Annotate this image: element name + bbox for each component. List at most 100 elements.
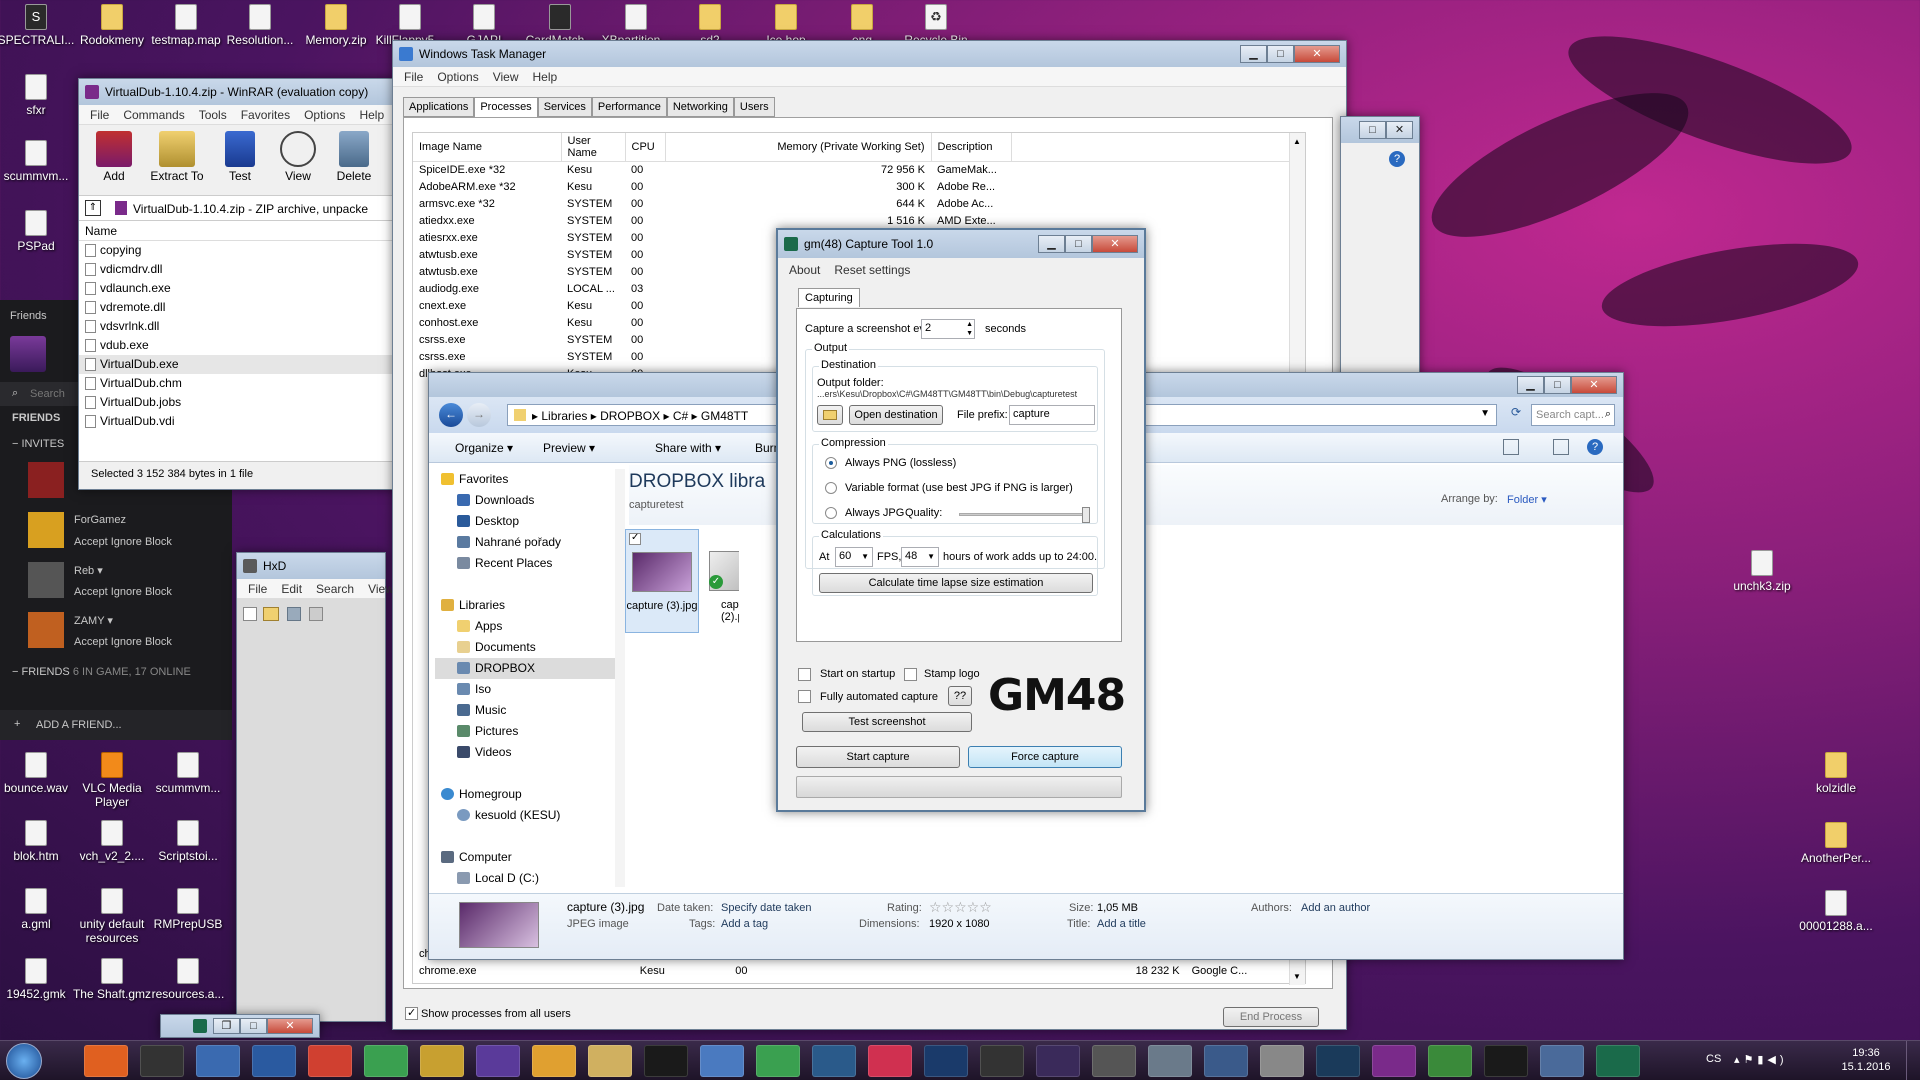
close-button[interactable]: ✕ bbox=[1294, 45, 1340, 63]
spinner-icon[interactable]: ▲ ▼ bbox=[966, 320, 973, 338]
start-capture-button[interactable]: Start capture bbox=[796, 746, 960, 768]
close-button[interactable]: ✕ bbox=[1092, 235, 1138, 253]
nav-music[interactable]: Music bbox=[435, 700, 619, 721]
view-button[interactable]: View bbox=[273, 131, 323, 183]
list-item[interactable]: copying bbox=[79, 241, 399, 260]
table-row[interactable]: atiedxx.exe SYSTEM 00 1 516 K AMD Exte... bbox=[413, 213, 1305, 230]
browse-folder-button[interactable] bbox=[817, 405, 843, 425]
list-item[interactable]: VirtualDub.exe bbox=[79, 355, 399, 374]
desktop-icon[interactable]: S SPECTRALI... bbox=[0, 4, 76, 47]
tab-users[interactable]: Users bbox=[733, 97, 775, 117]
minimize-button[interactable]: ▁ bbox=[1240, 45, 1267, 63]
quality-slider[interactable] bbox=[959, 507, 1090, 523]
hxd-icon[interactable] bbox=[420, 1045, 464, 1077]
force-capture-button[interactable]: Force capture bbox=[968, 746, 1122, 768]
column-memory[interactable]: Memory (Private Working Set) bbox=[665, 133, 932, 162]
photoshop-icon[interactable] bbox=[924, 1045, 968, 1077]
list-item[interactable]: vdsvrlnk.dll bbox=[79, 317, 399, 336]
desktop-icon[interactable]: Scriptstoi... bbox=[148, 820, 228, 863]
menu-options[interactable]: Options bbox=[297, 108, 352, 122]
scroll-down-icon[interactable]: ▼ bbox=[1293, 972, 1301, 981]
list-item[interactable]: vdicmdrv.dll bbox=[79, 260, 399, 279]
tab-capturing[interactable]: Capturing bbox=[798, 288, 860, 307]
back-arrow-icon[interactable]: ← bbox=[439, 403, 463, 427]
list-item[interactable]: vdremote.dll bbox=[79, 298, 399, 317]
desktop-icon[interactable]: The Shaft.gmz bbox=[72, 958, 152, 1001]
accept-button[interactable]: Accept bbox=[74, 636, 108, 648]
file-prefix-input[interactable]: capture bbox=[1009, 405, 1095, 425]
desktop-icon[interactable]: Rodokmeny bbox=[72, 4, 152, 47]
menu-file[interactable]: File bbox=[397, 70, 430, 84]
list-item[interactable]: VirtualDub.chm bbox=[79, 374, 399, 393]
maximize-button[interactable]: □ bbox=[240, 1018, 267, 1034]
ignore-button[interactable]: Ignore bbox=[111, 586, 142, 598]
tab-applications[interactable]: Applications bbox=[403, 97, 475, 117]
table-row[interactable]: SpiceIDE.exe *32 Kesu 00 72 956 K GameMak... bbox=[413, 162, 1305, 179]
nav-favorites[interactable]: Favorites bbox=[435, 469, 619, 490]
maximize-button[interactable]: □ bbox=[1267, 45, 1294, 63]
authors-value[interactable]: Add an author bbox=[1301, 902, 1370, 914]
view-options-icon[interactable] bbox=[1503, 439, 1519, 455]
menu-file[interactable]: File bbox=[241, 582, 274, 596]
list-item[interactable]: VirtualDub.jobs bbox=[79, 393, 399, 412]
desktop-icon[interactable]: AnotherPer... bbox=[1796, 822, 1876, 865]
app-icon[interactable] bbox=[1540, 1045, 1584, 1077]
show-desktop-button[interactable] bbox=[1906, 1041, 1920, 1080]
search-box[interactable]: Search capt... ⌕ bbox=[1531, 404, 1615, 426]
desktop-icon[interactable]: scummvm... bbox=[148, 752, 228, 795]
nav-apps[interactable]: Apps bbox=[435, 616, 619, 637]
nav-iso[interactable]: Iso bbox=[435, 679, 619, 700]
nav-recent-places[interactable]: Recent Places bbox=[435, 553, 619, 574]
nav-scrollbar[interactable] bbox=[615, 469, 625, 887]
desktop-icon[interactable]: Resolution... bbox=[220, 4, 300, 47]
nav-desktop[interactable]: Desktop bbox=[435, 511, 619, 532]
ignore-button[interactable]: Ignore bbox=[111, 636, 142, 648]
visual-studio-icon[interactable] bbox=[476, 1045, 520, 1077]
clock[interactable]: 19:36 15.1.2016 bbox=[1836, 1046, 1896, 1074]
menu-view[interactable]: View bbox=[486, 70, 526, 84]
help-button[interactable]: ?? bbox=[948, 686, 972, 706]
winrar-icon[interactable] bbox=[1372, 1045, 1416, 1077]
desktop-icon[interactable]: kolzidle bbox=[1796, 752, 1876, 795]
desktop-icon[interactable]: PSPad bbox=[0, 210, 76, 253]
tab-services[interactable]: Services bbox=[537, 97, 592, 117]
desktop-icon[interactable]: RMPrepUSB bbox=[148, 888, 228, 931]
start-button[interactable] bbox=[6, 1043, 42, 1079]
app-icon[interactable] bbox=[1260, 1045, 1304, 1077]
fps-select[interactable]: 60 ▼ bbox=[835, 547, 873, 567]
hours-select[interactable]: 48 ▼ bbox=[901, 547, 939, 567]
desktop-icon[interactable]: sfxr bbox=[0, 74, 76, 117]
show-all-processes-checkbox[interactable]: ✓ bbox=[405, 1007, 418, 1020]
git-icon[interactable] bbox=[308, 1045, 352, 1077]
block-button[interactable]: Block bbox=[145, 586, 172, 598]
menu-help[interactable]: Help bbox=[352, 108, 391, 122]
column-user-name[interactable]: User Name bbox=[561, 133, 626, 162]
desktop-icon[interactable]: a.gml bbox=[0, 888, 76, 931]
table-row[interactable]: AdobeARM.exe *32 Kesu 00 300 K Adobe Re... bbox=[413, 179, 1305, 196]
breadcrumb-item[interactable]: GM48TT bbox=[701, 409, 748, 423]
menu-commands[interactable]: Commands bbox=[116, 108, 191, 122]
capture-tool-icon[interactable] bbox=[1596, 1045, 1640, 1077]
tags-value[interactable]: Add a tag bbox=[721, 918, 768, 930]
clock-app-icon[interactable] bbox=[196, 1045, 240, 1077]
app-icon[interactable] bbox=[532, 1045, 576, 1077]
start-on-startup-checkbox[interactable] bbox=[798, 668, 811, 681]
accept-button[interactable]: Accept bbox=[74, 536, 108, 548]
tab-friends[interactable]: FRIENDS bbox=[12, 412, 60, 424]
desktop-icon[interactable]: vch_v2_2.... bbox=[72, 820, 152, 863]
desktop-icon[interactable]: unity default resources bbox=[72, 888, 152, 945]
list-item[interactable]: vdub.exe bbox=[79, 336, 399, 355]
desktop-icon[interactable]: testmap.map bbox=[146, 4, 226, 47]
save-icon[interactable] bbox=[287, 607, 301, 621]
app-icon[interactable] bbox=[1204, 1045, 1248, 1077]
variable-format-radio[interactable] bbox=[825, 482, 837, 494]
chevron-down-icon[interactable]: ▼ bbox=[1480, 408, 1490, 419]
search-input[interactable]: Search bbox=[30, 388, 65, 400]
nav-local-disk[interactable]: Local D (C:) bbox=[435, 868, 619, 889]
table-row[interactable]: chrome.exe Kesu 00 18 232 K Google C... bbox=[413, 962, 1305, 979]
app-icon[interactable] bbox=[1148, 1045, 1192, 1077]
maximize-button[interactable]: □ bbox=[1065, 235, 1092, 253]
close-button[interactable]: ✕ bbox=[1571, 376, 1617, 394]
menu-options[interactable]: Options bbox=[430, 70, 485, 84]
maximize-button[interactable]: □ bbox=[1544, 376, 1571, 394]
